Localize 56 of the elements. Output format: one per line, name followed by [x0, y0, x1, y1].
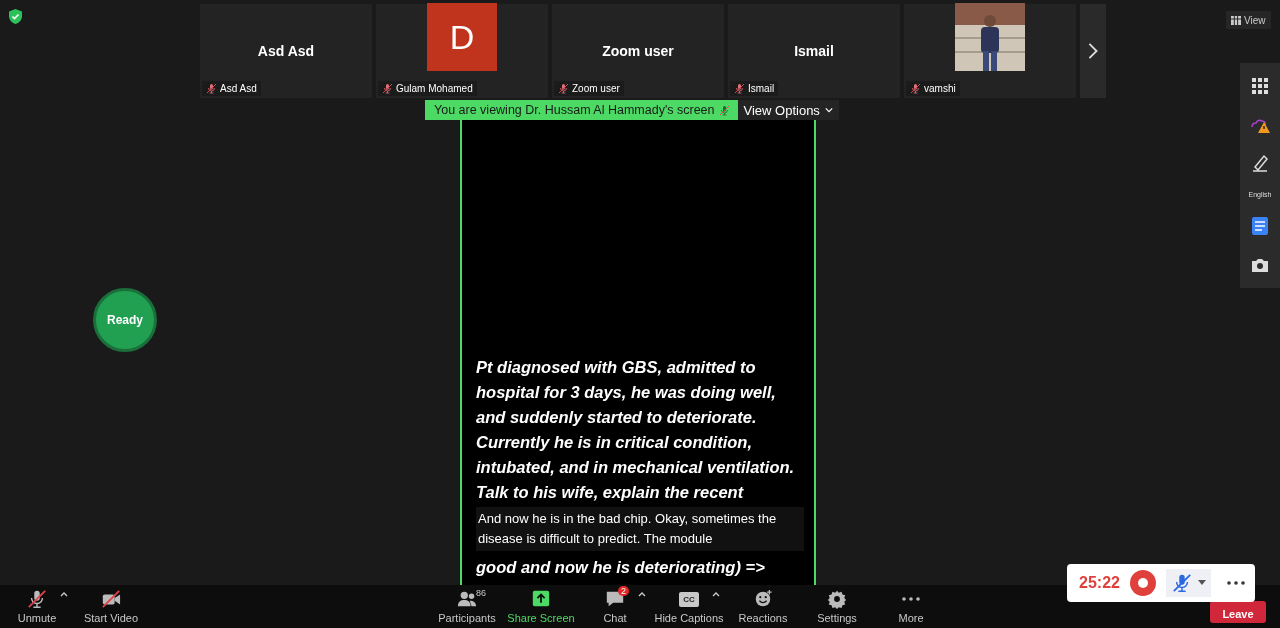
- caret-icon[interactable]: [60, 591, 68, 597]
- chat-button[interactable]: Chat 2: [578, 589, 652, 624]
- shared-text-line: good and now he is deteriorating) =>: [475, 557, 765, 578]
- unmute-button[interactable]: Unmute: [0, 589, 74, 624]
- more-icon: [1227, 581, 1245, 585]
- captions-button[interactable]: CC Hide Captions: [652, 589, 726, 624]
- captions-icon: CC: [679, 592, 699, 607]
- caret-icon[interactable]: [712, 591, 720, 597]
- record-icon[interactable]: [1129, 570, 1156, 596]
- participant-label: vamshi: [924, 83, 956, 94]
- grid-icon: [1231, 15, 1241, 25]
- muted-mic-icon: [26, 589, 48, 609]
- participants-button[interactable]: Participants 86: [430, 589, 504, 624]
- recording-timer: 25:22: [1079, 574, 1120, 592]
- view-button[interactable]: View: [1226, 11, 1271, 29]
- caption-text: And now he is in the bad chip. Okay, sometimes the: [478, 510, 777, 528]
- shared-text-line: intubated, and in mechanical ventilation.: [475, 457, 795, 478]
- highlighter-icon[interactable]: [1250, 152, 1270, 173]
- shared-text-line: Pt diagnosed with GBS, admitted to: [475, 357, 756, 378]
- chat-bubble-icon: [604, 589, 626, 609]
- people-icon: [456, 589, 478, 609]
- document-icon[interactable]: [1250, 216, 1270, 237]
- shared-text-line: hospital for 3 days, he was doing well,: [475, 382, 776, 403]
- mic-dropdown-button[interactable]: [1165, 569, 1211, 597]
- settings-icon: [826, 589, 848, 609]
- video-button[interactable]: Start Video: [74, 589, 148, 624]
- muted-mic-icon: [718, 103, 730, 117]
- shared-text-line: Talk to his wife, explain the recent: [475, 482, 744, 503]
- apps-icon[interactable]: [1250, 76, 1270, 97]
- participant-name: Asd Asd: [257, 43, 315, 59]
- chevron-right-icon: [1087, 42, 1099, 60]
- banner-text: You are viewing Dr. Hussam Al Hammady's screen: [434, 103, 715, 117]
- ready-badge: Ready: [93, 288, 157, 352]
- participant-label: Gulam Mohamed: [396, 83, 473, 94]
- share-button[interactable]: Share Screen: [504, 589, 578, 624]
- shield-icon[interactable]: [9, 9, 22, 24]
- caret-icon[interactable]: [638, 591, 646, 597]
- shared-text-line: Currently he is in critical condition,: [475, 432, 752, 453]
- participant-count: 86: [476, 588, 486, 598]
- avatar: D: [427, 3, 497, 71]
- more-icon: [902, 597, 920, 601]
- chevron-down-icon: [824, 107, 833, 113]
- settings-button[interactable]: Settings: [800, 589, 874, 624]
- reactions-button[interactable]: Reactions: [726, 589, 800, 624]
- unread-badge: 2: [618, 586, 629, 596]
- participant-name: Zoom user: [602, 43, 674, 59]
- caption-text: disease is difficult to predict. The module: [478, 530, 713, 548]
- shared-text-line: and suddenly started to deteriorate.: [475, 407, 757, 428]
- participant-label: Asd Asd: [220, 83, 257, 94]
- view-options-button[interactable]: View Options: [737, 100, 839, 120]
- more-button[interactable]: More: [874, 589, 948, 624]
- participant-name: Ismail: [794, 43, 834, 59]
- participant-label: Ismail: [748, 83, 775, 94]
- leave-button[interactable]: Leave: [1210, 600, 1266, 623]
- video-off-icon: [100, 589, 122, 609]
- participant-label: Zoom user: [572, 83, 620, 94]
